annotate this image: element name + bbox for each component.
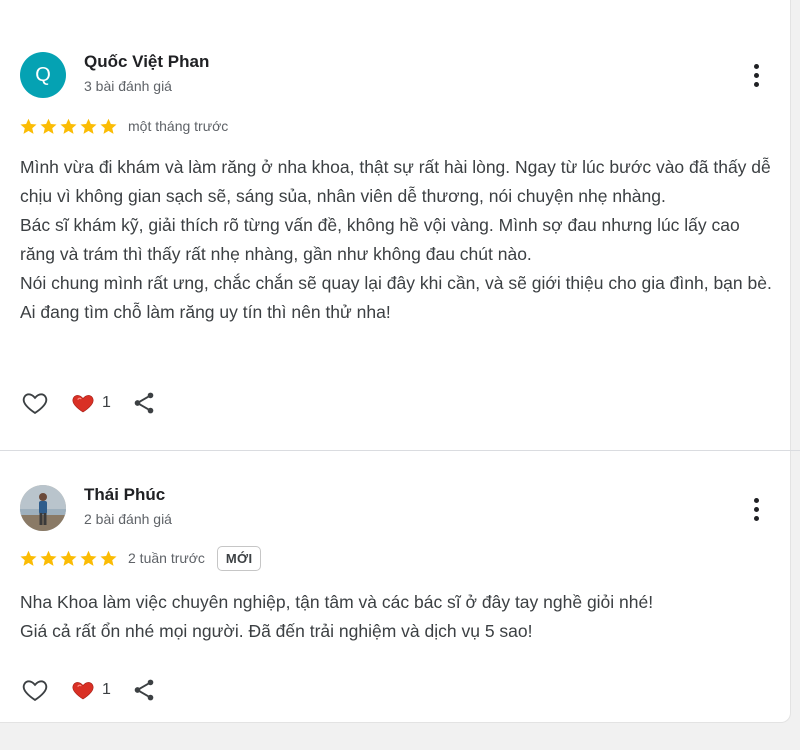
- review-body: Nha Khoa làm việc chuyên nghiệp, tận tâm…: [20, 592, 654, 641]
- new-badge: MỚI: [216, 545, 262, 571]
- avatar[interactable]: [20, 485, 66, 531]
- star-icon: [40, 118, 57, 134]
- star-icon: [100, 550, 117, 566]
- like-heart-icon: [22, 680, 48, 702]
- more-vert-icon: [753, 497, 759, 503]
- star-icon: [40, 550, 57, 566]
- star-icon: [60, 118, 77, 134]
- more-vert-icon: [753, 63, 759, 69]
- star-icon: [100, 118, 117, 134]
- reaction-summary[interactable]: 1: [70, 391, 111, 415]
- review-text: Nha Khoa làm việc chuyên nghiệp, tận tâm…: [20, 588, 775, 646]
- review-actions: 1: [20, 674, 157, 706]
- avatar[interactable]: Q: [20, 52, 66, 98]
- like-button[interactable]: [20, 676, 50, 704]
- more-options-button[interactable]: [745, 494, 767, 524]
- star-icon: [80, 550, 97, 566]
- love-reaction-icon: [72, 682, 94, 700]
- like-button[interactable]: [20, 389, 50, 417]
- share-icon: [134, 392, 154, 414]
- reviewer-review-count: 2 bài đánh giá: [84, 511, 172, 527]
- star-rating: [19, 117, 118, 136]
- reaction-count: 1: [102, 394, 111, 411]
- avatar-letter: Q: [35, 63, 51, 86]
- share-button[interactable]: [131, 390, 157, 416]
- reviewer-name[interactable]: Thái Phúc: [84, 485, 165, 505]
- reviews-panel: Q Quốc Việt Phan 3 bài đánh giá một thán…: [0, 0, 800, 723]
- review-text: Mình vừa đi khám và làm răng ở nha khoa,…: [20, 153, 775, 327]
- like-heart-icon: [22, 393, 48, 415]
- star-rating: [19, 549, 118, 568]
- review-actions: 1: [20, 387, 157, 419]
- share-button[interactable]: [131, 677, 157, 703]
- star-icon: [80, 118, 97, 134]
- review-time: 2 tuần trước: [128, 550, 205, 566]
- avatar-photo: [20, 485, 66, 531]
- review-card: Thái Phúc 2 bài đánh giá 2 tuần trước MỚ…: [0, 451, 790, 722]
- more-options-button[interactable]: [745, 60, 767, 90]
- rating-row: 2 tuần trước MỚI: [19, 545, 262, 571]
- reaction-summary[interactable]: 1: [70, 678, 111, 702]
- star-icon: [20, 550, 37, 566]
- reviewer-review-count: 3 bài đánh giá: [84, 78, 172, 94]
- star-icon: [60, 550, 77, 566]
- review-card: Q Quốc Việt Phan 3 bài đánh giá một thán…: [0, 0, 790, 450]
- star-icon: [20, 118, 37, 134]
- reviewer-name[interactable]: Quốc Việt Phan: [84, 52, 209, 72]
- review-body: Mình vừa đi khám và làm răng ở nha khoa,…: [20, 157, 772, 322]
- review-time: một tháng trước: [128, 118, 229, 134]
- share-icon: [134, 679, 154, 701]
- rating-row: một tháng trước: [19, 114, 228, 138]
- love-reaction-icon: [72, 395, 94, 413]
- reaction-count: 1: [102, 681, 111, 698]
